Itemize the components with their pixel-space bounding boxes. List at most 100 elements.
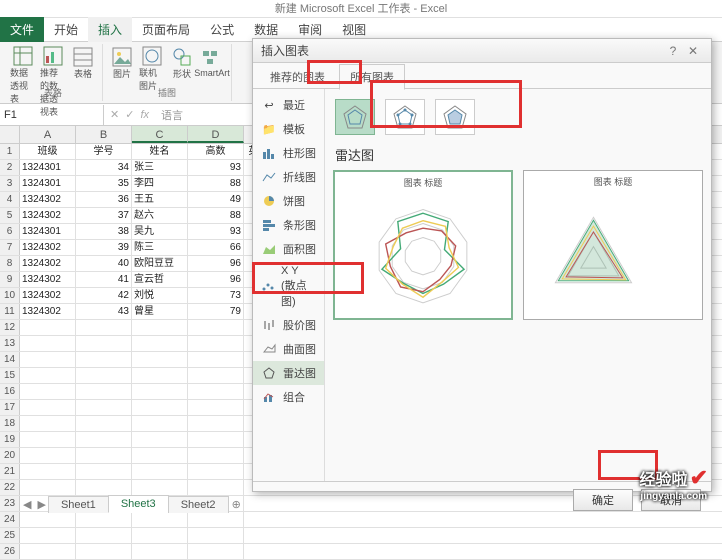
cell[interactable] [20, 512, 76, 527]
row-header[interactable]: 6 [0, 224, 20, 239]
cell[interactable] [20, 416, 76, 431]
shapes-button[interactable]: 形状 [169, 46, 195, 80]
smartart-button[interactable]: SmartArt [199, 46, 225, 80]
row-header[interactable]: 1 [0, 144, 20, 159]
cell[interactable]: 42 [76, 288, 132, 303]
cell[interactable] [20, 432, 76, 447]
cell[interactable]: 40 [76, 256, 132, 271]
row-header[interactable]: 26 [0, 544, 20, 559]
sheet-tab-sheet2[interactable]: Sheet2 [168, 496, 229, 513]
cell[interactable]: 79 [188, 304, 244, 319]
cell[interactable] [20, 448, 76, 463]
cell[interactable]: 学号 [76, 144, 132, 159]
menu-layout[interactable]: 页面布局 [132, 17, 200, 42]
cell[interactable] [132, 544, 188, 559]
cell[interactable] [132, 384, 188, 399]
menu-formulas[interactable]: 公式 [200, 17, 244, 42]
cell[interactable] [188, 448, 244, 463]
cell[interactable]: 班级 [20, 144, 76, 159]
cell[interactable]: 1324302 [20, 256, 76, 271]
cell[interactable] [188, 432, 244, 447]
table-button[interactable]: 表格 [70, 46, 96, 80]
tab-recommended[interactable]: 推荐的图表 [259, 64, 336, 90]
row-header[interactable]: 16 [0, 384, 20, 399]
cell[interactable] [76, 432, 132, 447]
cell[interactable] [132, 352, 188, 367]
cell[interactable] [76, 400, 132, 415]
row-header[interactable]: 12 [0, 320, 20, 335]
fx-icon[interactable]: fx [140, 109, 149, 121]
cell[interactable] [20, 320, 76, 335]
row-header[interactable]: 19 [0, 432, 20, 447]
cell[interactable]: 1324302 [20, 240, 76, 255]
cell[interactable]: 1324301 [20, 176, 76, 191]
cell[interactable] [132, 320, 188, 335]
cell[interactable]: 欧阳豆豆 [132, 256, 188, 271]
cat-stock[interactable]: 股价图 [253, 313, 324, 337]
row-header[interactable]: 24 [0, 512, 20, 527]
cat-area[interactable]: 面积图 [253, 237, 324, 261]
row-header[interactable]: 25 [0, 528, 20, 543]
row-header[interactable]: 10 [0, 288, 20, 303]
cell[interactable] [76, 384, 132, 399]
cell[interactable] [76, 320, 132, 335]
fx-accept-icon[interactable]: ✓ [125, 108, 134, 121]
cell[interactable] [188, 528, 244, 543]
row-header[interactable]: 15 [0, 368, 20, 383]
chart-preview-2[interactable]: 图表 标题 [523, 170, 703, 320]
cell[interactable]: 93 [188, 224, 244, 239]
dialog-titlebar[interactable]: 插入图表 ?✕ [253, 39, 711, 63]
cell[interactable]: 88 [188, 208, 244, 223]
radar-subtype-2[interactable] [385, 99, 425, 135]
row-header[interactable]: 3 [0, 176, 20, 191]
row-header[interactable]: 4 [0, 192, 20, 207]
row-header[interactable]: 23 [0, 496, 20, 511]
cell[interactable] [188, 480, 244, 495]
ok-button[interactable]: 确定 [573, 489, 633, 511]
col-c[interactable]: C [132, 126, 188, 143]
cell[interactable]: 宣云哲 [132, 272, 188, 287]
cell[interactable]: 34 [76, 160, 132, 175]
cell[interactable] [132, 368, 188, 383]
cell[interactable] [20, 336, 76, 351]
sheet-tab-sheet1[interactable]: Sheet1 [48, 496, 109, 513]
cell[interactable]: 1324302 [20, 304, 76, 319]
cell[interactable]: 刘悦 [132, 288, 188, 303]
cell[interactable]: 张三 [132, 160, 188, 175]
cell[interactable]: 66 [188, 240, 244, 255]
cell[interactable] [188, 320, 244, 335]
row-header[interactable]: 21 [0, 464, 20, 479]
cat-combo[interactable]: 组合 [253, 385, 324, 409]
fx-cancel-icon[interactable]: ✕ [110, 108, 119, 121]
cell[interactable]: 41 [76, 272, 132, 287]
cat-column[interactable]: 柱形图 [253, 141, 324, 165]
row-header[interactable]: 9 [0, 272, 20, 287]
menu-home[interactable]: 开始 [44, 17, 88, 42]
cell[interactable]: 1324302 [20, 288, 76, 303]
cell[interactable]: 1324302 [20, 272, 76, 287]
cell[interactable] [132, 336, 188, 351]
cell[interactable]: 曾星 [132, 304, 188, 319]
cell[interactable]: 93 [188, 160, 244, 175]
cell[interactable] [188, 368, 244, 383]
cell[interactable] [20, 480, 76, 495]
sheet-nav-prev-icon[interactable]: ◀ [20, 498, 34, 511]
row-header[interactable]: 7 [0, 240, 20, 255]
cell[interactable] [188, 464, 244, 479]
cell[interactable]: 陈三 [132, 240, 188, 255]
cell[interactable] [76, 544, 132, 559]
cell[interactable] [188, 352, 244, 367]
cell[interactable] [76, 336, 132, 351]
sheet-nav-next-icon[interactable]: ▶ [34, 498, 48, 511]
cell[interactable] [76, 512, 132, 527]
picture-button[interactable]: 图片 [109, 46, 135, 80]
cell[interactable] [188, 384, 244, 399]
cell[interactable] [132, 528, 188, 543]
cell[interactable] [132, 464, 188, 479]
cell[interactable]: 38 [76, 224, 132, 239]
cell[interactable]: 吴九 [132, 224, 188, 239]
cell[interactable] [76, 480, 132, 495]
radar-subtype-1[interactable] [335, 99, 375, 135]
col-b[interactable]: B [76, 126, 132, 143]
cell[interactable]: 96 [188, 256, 244, 271]
